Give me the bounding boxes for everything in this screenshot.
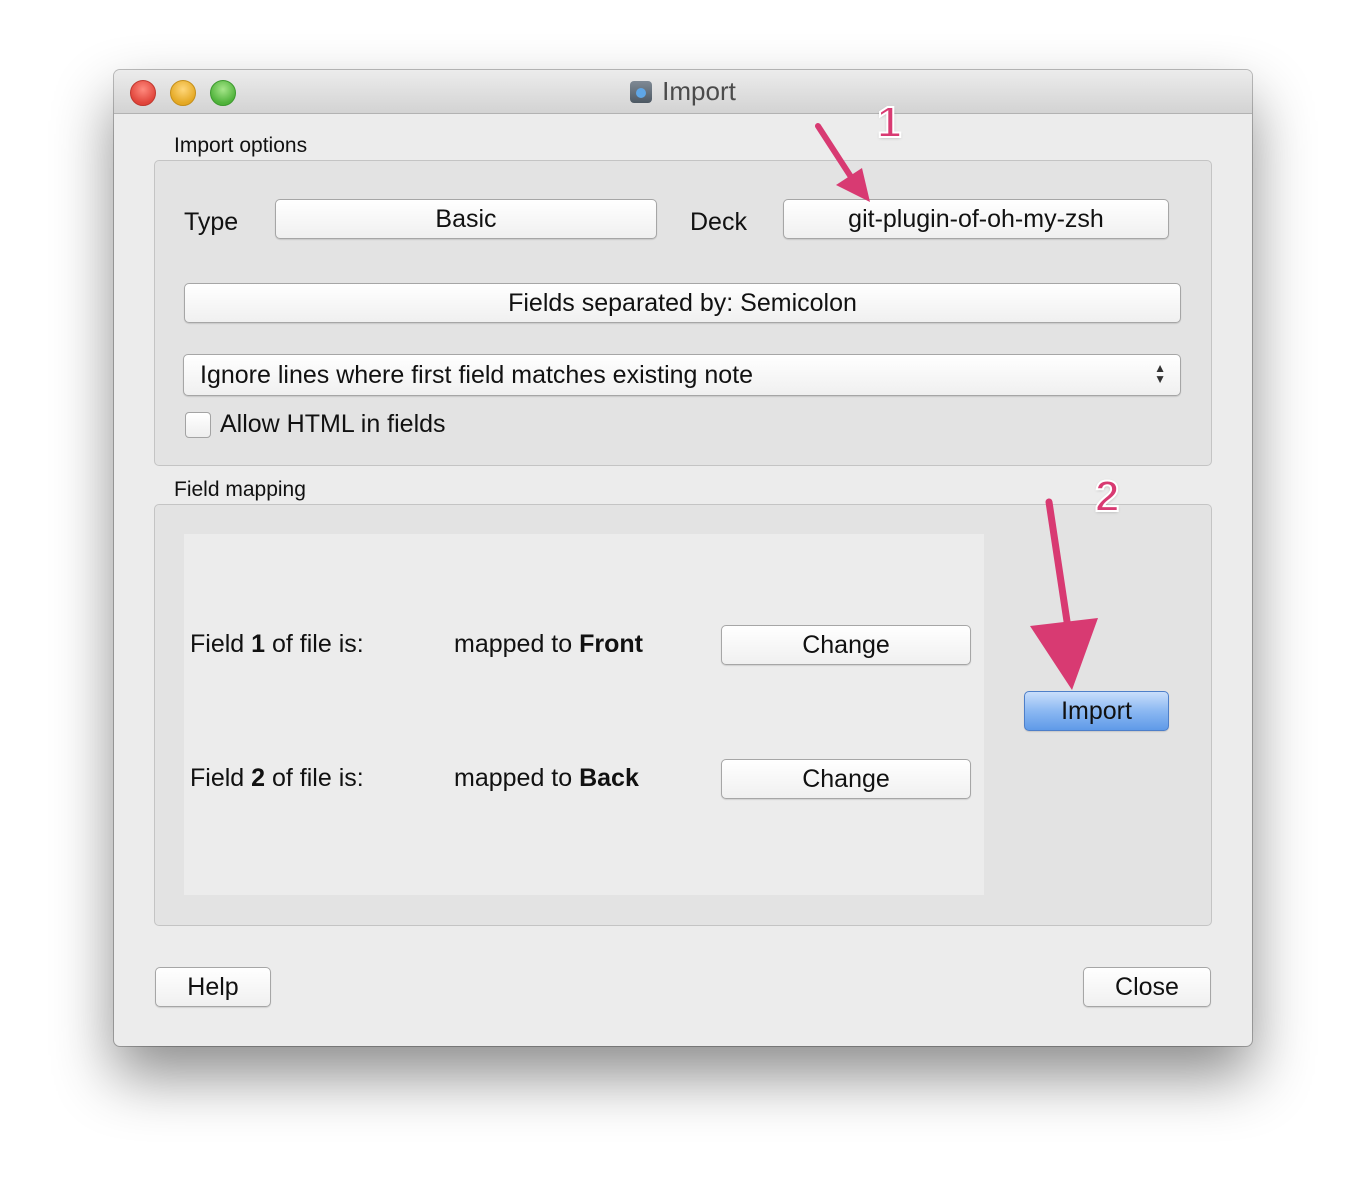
type-label: Type [184,208,239,236]
field-2-mapping: mapped to Back [454,764,639,792]
duplicate-policy-select[interactable]: Ignore lines where first field matches e… [183,354,1181,396]
import-dialog: Import Import options Type Basic Deck gi… [114,70,1252,1046]
app-icon [630,80,653,103]
allow-html-checkbox[interactable] [185,412,211,438]
field-mapping-label: Field mapping [174,478,306,501]
deck-label: Deck [690,208,747,236]
type-button[interactable]: Basic [275,199,657,239]
title-bar[interactable]: Import [114,70,1252,114]
allow-html-label: Allow HTML in fields [220,410,446,438]
window-title: Import [662,76,736,106]
fields-separator-button[interactable]: Fields separated by: Semicolon [184,283,1181,323]
annotation-marker-2: 2 [1094,471,1121,522]
field-1-label: Field 1 of file is: [190,630,364,658]
field-mapping-panel [184,534,984,895]
import-button[interactable]: Import [1024,691,1169,731]
deck-button[interactable]: git-plugin-of-oh-my-zsh [783,199,1169,239]
field-2-label: Field 2 of file is: [190,764,364,792]
updown-arrows-icon: ▲ ▼ [1154,361,1166,386]
field-1-mapping: mapped to Front [454,630,643,658]
help-button[interactable]: Help [155,967,271,1007]
close-button[interactable]: Close [1083,967,1211,1007]
duplicate-policy-value: Ignore lines where first field matches e… [200,360,754,389]
annotation-marker-1: 1 [876,97,903,148]
import-options-label: Import options [174,134,308,157]
field-2-change-button[interactable]: Change [721,759,971,799]
field-1-change-button[interactable]: Change [721,625,971,665]
